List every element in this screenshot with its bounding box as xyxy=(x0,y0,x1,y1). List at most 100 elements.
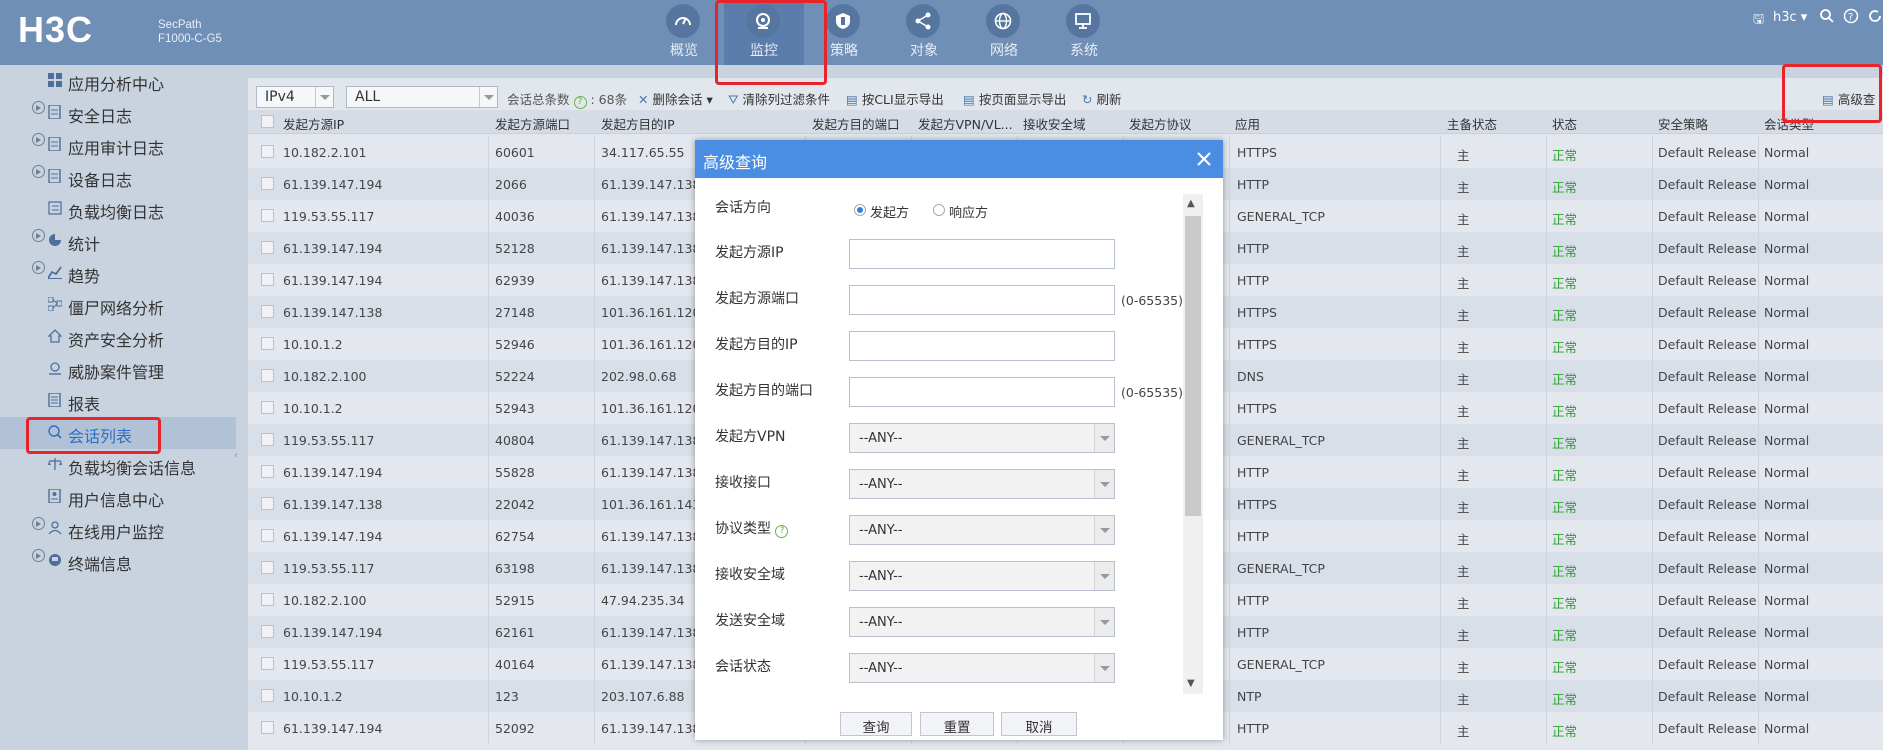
save-icon[interactable]: 🖫 xyxy=(1753,10,1764,32)
filter-select[interactable]: ALL xyxy=(346,86,498,108)
column-header[interactable]: 安全策略 xyxy=(1658,114,1708,133)
sidebar-item-threat-case[interactable]: 威胁案件管理 xyxy=(0,353,236,385)
dialog-scrollbar[interactable]: ▲ ▼ xyxy=(1183,194,1203,694)
src-ip-cell: 119.53.55.117 xyxy=(283,209,375,224)
column-header[interactable]: 发起方源IP xyxy=(283,114,344,133)
dst-port-input[interactable] xyxy=(849,377,1115,407)
sidebar-item-trend[interactable]: 趋势 xyxy=(0,257,236,289)
nav-objects[interactable]: 对象 xyxy=(884,0,964,65)
sidebar-item-online-users[interactable]: 在线用户监控 xyxy=(0,513,236,545)
session-type-cell: Normal xyxy=(1764,369,1810,384)
sidebar-item-user-info[interactable]: 用户信息中心 xyxy=(0,481,236,513)
delete-session-button[interactable]: ✕ 删除会话 ▾ xyxy=(638,89,713,108)
nav-system[interactable]: 系统 xyxy=(1044,0,1124,65)
search-icon[interactable] xyxy=(1819,8,1835,28)
row-checkbox[interactable] xyxy=(261,561,274,574)
row-checkbox[interactable] xyxy=(261,369,274,382)
row-checkbox[interactable] xyxy=(261,337,274,350)
column-header[interactable]: 主备状态 xyxy=(1447,114,1497,133)
refresh-button[interactable]: ↻ 刷新 xyxy=(1082,89,1122,108)
sidebar-collapse-handle[interactable]: ‹ xyxy=(234,450,240,480)
expand-icon[interactable] xyxy=(32,133,45,146)
close-icon[interactable] xyxy=(1195,150,1213,168)
direction-initiator-radio[interactable] xyxy=(854,204,866,216)
row-checkbox[interactable] xyxy=(261,401,274,414)
row-checkbox[interactable] xyxy=(261,209,274,222)
send-zone-select[interactable]: --ANY-- xyxy=(849,607,1115,637)
dst-ip-cell: 101.36.161.120 xyxy=(601,305,701,320)
session-state-select[interactable]: --ANY-- xyxy=(849,653,1115,683)
user-menu[interactable]: h3c ▾ xyxy=(1773,10,1807,25)
cancel-button[interactable]: 取消 xyxy=(1001,712,1077,736)
ip-version-select[interactable]: IPv4 xyxy=(256,86,334,108)
row-checkbox[interactable] xyxy=(261,241,274,254)
vpn-select[interactable]: --ANY-- xyxy=(849,423,1115,453)
sidebar-item-statistics[interactable]: 统计 xyxy=(0,225,236,257)
column-header[interactable]: 接收安全域 xyxy=(1023,114,1086,133)
nav-network[interactable]: 网络 xyxy=(964,0,1044,65)
help-icon[interactable]: ? xyxy=(775,525,789,538)
row-checkbox[interactable] xyxy=(261,657,274,670)
row-checkbox[interactable] xyxy=(261,497,274,510)
column-header[interactable]: 发起方目的IP xyxy=(601,114,675,133)
export-page-button[interactable]: ▤ 按页面显示导出 xyxy=(963,89,1066,108)
export-cli-button[interactable]: ▤ 按CLI显示导出 xyxy=(846,89,944,108)
src-port-input[interactable] xyxy=(849,285,1115,315)
sidebar-item-app-analysis[interactable]: 应用分析中心 xyxy=(0,65,236,97)
row-checkbox[interactable] xyxy=(261,433,274,446)
column-divider xyxy=(1440,456,1441,488)
query-button[interactable]: 查询 xyxy=(840,712,912,736)
row-checkbox[interactable] xyxy=(261,529,274,542)
column-header[interactable]: 发起方目的端口 xyxy=(812,114,900,133)
column-header[interactable]: 发起方源端口 xyxy=(495,114,570,133)
table-header: 发起方源IP 发起方源端口 发起方目的IP 发起方目的端口 发起方VPN/VL.… xyxy=(248,110,1883,134)
row-checkbox[interactable] xyxy=(261,625,274,638)
column-header[interactable]: 应用 xyxy=(1235,114,1260,133)
expand-icon[interactable] xyxy=(32,549,45,562)
sidebar-item-security-log[interactable]: 安全日志 xyxy=(0,97,236,129)
column-divider xyxy=(1652,296,1653,328)
src-ip-input[interactable] xyxy=(849,239,1115,269)
chevron-down-icon[interactable]: ▼ xyxy=(1187,678,1195,689)
column-header[interactable]: 状态 xyxy=(1552,114,1577,133)
direction-responder-radio[interactable] xyxy=(933,204,945,216)
row-checkbox[interactable] xyxy=(261,305,274,318)
expand-icon[interactable] xyxy=(32,101,45,114)
column-header[interactable]: 发起方协议 xyxy=(1129,114,1192,133)
row-checkbox[interactable] xyxy=(261,689,274,702)
expand-icon[interactable] xyxy=(32,261,45,274)
sidebar-item-asset-security[interactable]: 资产安全分析 xyxy=(0,321,236,353)
ha-state-cell: 主 xyxy=(1457,180,1470,195)
nav-overview[interactable]: 概览 xyxy=(644,0,724,65)
clear-filter-button[interactable]: ⛛ 清除列过滤条件 xyxy=(728,89,830,108)
chevron-up-icon[interactable]: ▲ xyxy=(1187,198,1195,209)
expand-icon[interactable] xyxy=(32,229,45,242)
column-divider xyxy=(1758,552,1759,584)
scrollbar-thumb[interactable] xyxy=(1185,216,1201,516)
dst-ip-input[interactable] xyxy=(849,331,1115,361)
help-icon[interactable]: ? xyxy=(573,96,587,109)
select-all-checkbox[interactable] xyxy=(261,115,274,128)
expand-icon[interactable] xyxy=(32,517,45,530)
reset-button[interactable]: 重置 xyxy=(920,712,994,736)
sidebar-item-botnet[interactable]: 僵尸网络分析 xyxy=(0,289,236,321)
row-checkbox[interactable] xyxy=(261,145,274,158)
protocol-select[interactable]: --ANY-- xyxy=(849,515,1115,545)
column-header[interactable]: 发起方VPN/VL... xyxy=(918,114,1013,133)
app-cell: HTTP xyxy=(1237,465,1269,480)
row-checkbox[interactable] xyxy=(261,721,274,734)
sidebar-item-lb-log[interactable]: 负载均衡日志 xyxy=(0,193,236,225)
recv-zone-select[interactable]: --ANY-- xyxy=(849,561,1115,591)
sidebar-item-app-audit-log[interactable]: 应用审计日志 xyxy=(0,129,236,161)
row-checkbox[interactable] xyxy=(261,177,274,190)
sidebar-item-terminal-info[interactable]: 终端信息 xyxy=(0,545,236,577)
row-checkbox[interactable] xyxy=(261,273,274,286)
sidebar-item-report[interactable]: 报表 xyxy=(0,385,236,417)
sidebar-item-device-log[interactable]: 设备日志 xyxy=(0,161,236,193)
row-checkbox[interactable] xyxy=(261,593,274,606)
recv-interface-select[interactable]: --ANY-- xyxy=(849,469,1115,499)
refresh-icon[interactable] xyxy=(1867,8,1883,28)
row-checkbox[interactable] xyxy=(261,465,274,478)
help-icon[interactable]: ? xyxy=(1843,8,1859,28)
expand-icon[interactable] xyxy=(32,165,45,178)
